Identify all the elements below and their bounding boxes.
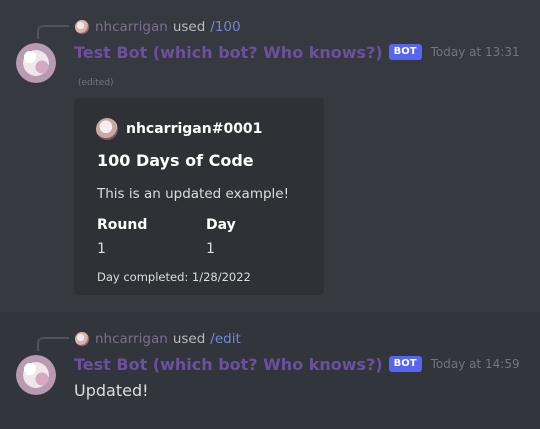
embed-field-round: Round 1 (97, 216, 147, 258)
message-1: nhcarrigan used /100 Test Bot (which bot… (0, 0, 540, 312)
embed-field-day: Day 1 (206, 216, 236, 258)
reply-spine (37, 25, 69, 39)
message-timestamp: Today at 14:59 (430, 357, 520, 371)
embed-field-value: 1 (206, 241, 215, 257)
interaction-header: nhcarrigan used /edit (75, 329, 241, 349)
user-avatar-icon[interactable] (75, 332, 89, 346)
embed-author-avatar-icon (96, 118, 118, 140)
bot-badge: BOT (388, 356, 422, 372)
bot-username[interactable]: Test Bot (which bot? Who knows?) (74, 355, 383, 374)
edited-marker: (edited) (78, 78, 114, 88)
command-link[interactable]: /100 (210, 19, 240, 35)
interaction-username[interactable]: nhcarrigan (95, 331, 168, 347)
bot-avatar[interactable] (16, 43, 56, 83)
interaction-header: nhcarrigan used /100 (75, 17, 241, 37)
embed-description: This is an updated example! (97, 186, 290, 202)
embed-field-name: Round (97, 217, 148, 233)
embed-footer: Day completed: 1/28/2022 (97, 270, 251, 284)
message-2: nhcarrigan used /edit Test Bot (which bo… (0, 312, 540, 429)
interaction-used-text: used (172, 19, 206, 35)
interaction-used-text: used (172, 331, 206, 347)
embed-field-value: 1 (97, 241, 106, 257)
embed-author: nhcarrigan#0001 (96, 118, 262, 140)
interaction-username[interactable]: nhcarrigan (95, 19, 168, 35)
bot-avatar[interactable] (16, 355, 56, 395)
message-header: Test Bot (which bot? Who knows?) BOT Tod… (74, 353, 520, 375)
user-avatar-icon[interactable] (75, 20, 89, 34)
command-link[interactable]: /edit (210, 331, 240, 347)
reply-spine (37, 337, 69, 351)
message-content: Updated! (74, 381, 149, 400)
message-header: Test Bot (which bot? Who knows?) BOT Tod… (74, 41, 520, 63)
embed-title: 100 Days of Code (97, 151, 254, 170)
embed: nhcarrigan#0001 100 Days of Code This is… (74, 98, 324, 295)
bot-username[interactable]: Test Bot (which bot? Who knows?) (74, 43, 383, 62)
embed-author-name: nhcarrigan#0001 (126, 121, 263, 137)
embed-field-name: Day (206, 217, 236, 233)
chat-messages: nhcarrigan used /100 Test Bot (which bot… (0, 0, 540, 429)
bot-badge: BOT (388, 44, 422, 60)
message-timestamp: Today at 13:31 (430, 45, 520, 59)
